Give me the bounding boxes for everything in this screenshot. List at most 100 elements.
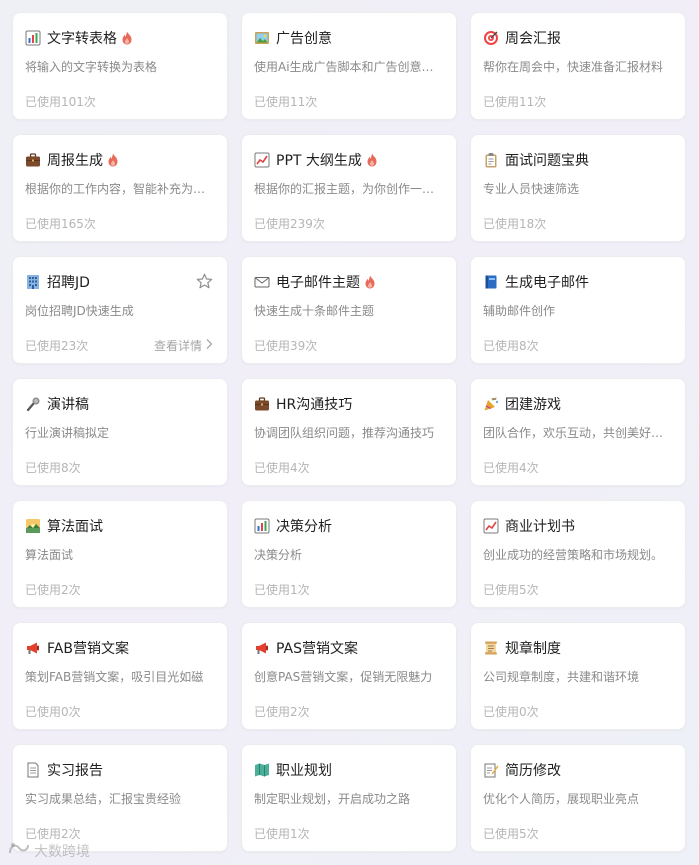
fire-icon — [121, 31, 133, 45]
card-title-row: 周报生成 — [25, 149, 215, 171]
usage-count: 已使用11次 — [254, 95, 318, 109]
fire-icon — [364, 275, 376, 289]
usage-count: 已使用5次 — [483, 583, 539, 597]
tool-card[interactable]: FAB营销文案 策划FAB营销文案，吸引目光如磁 已使用0次 — [12, 622, 228, 730]
card-description: 协调团队组织问题，推荐沟通技巧 — [254, 426, 435, 440]
tool-card[interactable]: 周报生成根据你的工作内容，智能补充为完整的周报已使用165次 — [12, 134, 228, 242]
card-title-row: PAS营销文案 — [254, 637, 444, 659]
tool-card[interactable]: PAS营销文案创意PAS营销文案，促销无限魅力 已使用2次 — [241, 622, 457, 730]
card-description: 创业成功的经营策略和市场规划。 — [483, 548, 664, 562]
usage-count: 已使用239次 — [254, 217, 325, 231]
card-description: 策划FAB营销文案，吸引目光如磁 — [25, 670, 204, 684]
card-description: 优化个人简历，展现职业亮点 — [483, 792, 640, 806]
fire-icon — [107, 153, 119, 167]
map-icon — [254, 762, 270, 778]
card-title: 演讲稿 — [47, 397, 89, 413]
memo-icon — [483, 762, 499, 778]
card-title: 生成电子邮件 — [505, 275, 589, 291]
tool-card[interactable]: 团建游戏 团队合作，欢乐互动，共创美好回忆 已使用4次 — [470, 378, 686, 486]
tool-card[interactable]: 职业规划制定职业规划，开启成功之路 已使用1次 — [241, 744, 457, 852]
view-details-link[interactable]: 查看详情 — [154, 337, 213, 354]
card-title-row: 职业规划 — [254, 759, 444, 781]
card-title: HR沟通技巧 — [276, 397, 353, 413]
line-chart-icon — [254, 152, 270, 168]
tool-card[interactable]: 广告创意 使用Ai生成广告脚本和广告创意想法 已使用11次 — [241, 12, 457, 120]
card-title-row: 生成电子邮件 — [483, 271, 673, 293]
briefcase-icon — [254, 396, 270, 412]
chevron-right-icon — [202, 338, 213, 353]
office-building-icon — [25, 274, 41, 290]
card-title-row: 团建游戏 — [483, 393, 673, 415]
card-title-row: FAB营销文案 — [25, 637, 215, 659]
tool-card[interactable]: 生成电子邮件 辅助邮件创作 已使用8次 — [470, 256, 686, 364]
usage-count: 已使用165次 — [25, 217, 96, 231]
tool-card[interactable]: 实习报告 实习成果总结，汇报宝贵经验 已使用2次 — [12, 744, 228, 852]
megaphone-icon — [254, 640, 270, 656]
card-title-row: HR沟通技巧 — [254, 393, 444, 415]
tool-card[interactable]: 简历修改优化个人简历，展现职业亮点 已使用5次 — [470, 744, 686, 852]
fire-icon — [366, 153, 378, 167]
card-title-row: 电子邮件主题 — [254, 271, 444, 293]
book-icon — [483, 274, 499, 290]
card-description: 创意PAS营销文案，促销无限魅力 — [254, 670, 433, 684]
card-title: PAS营销文案 — [276, 641, 359, 657]
microphone-icon — [25, 396, 41, 412]
watermark-text: 大数跨境 — [34, 844, 90, 860]
tool-card[interactable]: PPT 大纲生成根据你的汇报主题，为你创作一份PPT大纲已使用239次 — [241, 134, 457, 242]
card-title-row: 实习报告 — [25, 759, 215, 781]
card-description: 岗位招聘JD快速生成 — [25, 304, 134, 318]
card-title-row: 商业计划书 — [483, 515, 673, 537]
favorite-star-icon[interactable] — [196, 273, 213, 290]
card-description: 制定职业规划，开启成功之路 — [254, 792, 411, 806]
card-title-row: 广告创意 — [254, 27, 444, 49]
usage-count: 已使用1次 — [254, 827, 310, 841]
card-title-row: 规章制度 — [483, 637, 673, 659]
card-description: 根据你的工作内容，智能补充为完整的周报 — [25, 182, 215, 196]
usage-count: 已使用23次 — [25, 339, 89, 353]
tool-card[interactable]: 算法面试 算法面试 已使用2次 — [12, 500, 228, 608]
tool-card[interactable]: 招聘JD 岗位招聘JD快速生成 已使用23次 查看详情 — [12, 256, 228, 364]
tool-card[interactable]: 决策分析 决策分析 已使用1次 — [241, 500, 457, 608]
tool-card[interactable]: 演讲稿行业演讲稿拟定 已使用8次 — [12, 378, 228, 486]
tool-card[interactable]: 面试问题宝典 专业人员快速筛选 已使用18次 — [470, 134, 686, 242]
target-icon — [483, 30, 499, 46]
card-title-row: PPT 大纲生成 — [254, 149, 444, 171]
card-description: 公司规章制度，共建和谐环境 — [483, 670, 640, 684]
usage-count: 已使用2次 — [254, 705, 310, 719]
tool-card[interactable]: HR沟通技巧 协调团队组织问题，推荐沟通技巧 已使用4次 — [241, 378, 457, 486]
view-details-label: 查看详情 — [153, 339, 202, 353]
tool-card[interactable]: 商业计划书创业成功的经营策略和市场规划。 已使用5次 — [470, 500, 686, 608]
card-title-row: 算法面试 — [25, 515, 215, 537]
tool-card-grid: 文字转表格 将输入的文字转换为表格 已使用101次 广告创意 使用Ai生成广告脚本和广告… — [12, 12, 686, 852]
usage-count: 已使用5次 — [483, 827, 539, 841]
tool-card[interactable]: 规章制度 公司规章制度，共建和谐环境 已使用0次 — [470, 622, 686, 730]
tool-card[interactable]: 电子邮件主题 快速生成十条邮件主题 已使用39次 — [241, 256, 457, 364]
card-title: 规章制度 — [505, 641, 561, 657]
usage-count: 已使用4次 — [483, 461, 539, 475]
card-title: FAB营销文案 — [47, 641, 129, 657]
card-title: 面试问题宝典 — [505, 153, 589, 169]
tool-card[interactable]: 文字转表格将输入的文字转换为表格 已使用101次 — [12, 12, 228, 120]
usage-count: 已使用8次 — [483, 339, 539, 353]
usage-count: 已使用8次 — [25, 461, 81, 475]
usage-count: 已使用101次 — [25, 95, 96, 109]
card-description: 算法面试 — [25, 548, 74, 562]
envelope-icon — [254, 274, 270, 290]
bar-chart-icon — [25, 30, 41, 46]
watermark: 大数跨境 — [8, 841, 90, 861]
card-title: 广告创意 — [276, 31, 332, 47]
card-title: 电子邮件主题 — [276, 275, 360, 291]
card-title-row: 简历修改 — [483, 759, 673, 781]
usage-count: 已使用2次 — [25, 827, 81, 841]
card-title: PPT 大纲生成 — [276, 153, 362, 169]
card-title: 决策分析 — [276, 519, 332, 535]
card-description: 专业人员快速筛选 — [483, 182, 580, 196]
card-description: 行业演讲稿拟定 — [25, 426, 110, 440]
card-title-row: 招聘JD — [25, 271, 215, 293]
card-title: 商业计划书 — [505, 519, 575, 535]
tool-card[interactable]: 周会汇报 帮你在周会中，快速准备汇报材料 已使用11次 — [470, 12, 686, 120]
card-title-row: 文字转表格 — [25, 27, 215, 49]
card-description: 将输入的文字转换为表格 — [25, 60, 158, 74]
scroll-icon — [483, 640, 499, 656]
card-title: 周报生成 — [47, 153, 103, 169]
